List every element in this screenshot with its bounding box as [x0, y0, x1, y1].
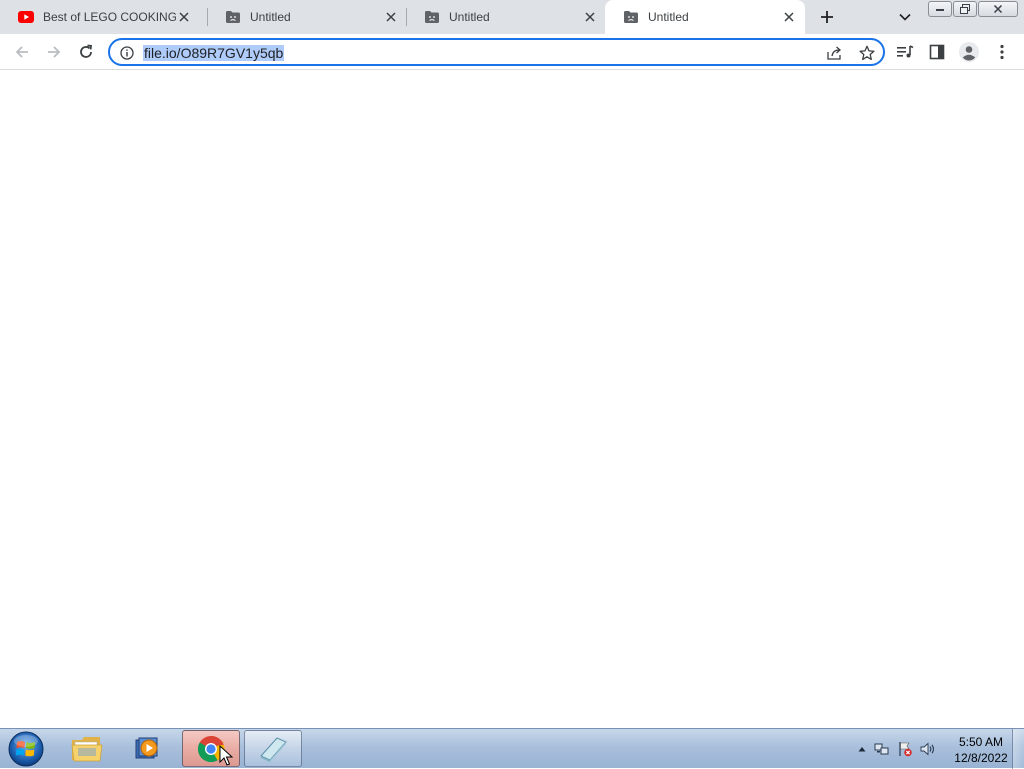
url-text[interactable]: file.io/O89R7GV1y5qb — [143, 45, 285, 61]
side-panel-icon — [929, 44, 945, 60]
plus-icon — [821, 11, 833, 23]
side-panel-button[interactable] — [925, 40, 949, 64]
volume-tray-icon[interactable] — [920, 741, 936, 757]
notepad-icon — [260, 736, 287, 762]
tab-title: Untitled — [449, 10, 490, 24]
chevron-up-icon — [858, 747, 866, 752]
new-tab-button[interactable] — [815, 6, 839, 28]
kebab-menu-icon — [1000, 44, 1004, 60]
start-button[interactable] — [4, 729, 48, 769]
page-content[interactable] — [0, 71, 1024, 728]
flag-error-icon — [899, 742, 912, 757]
tab-untitled-active[interactable]: Untitled — [605, 0, 805, 34]
sad-folder-icon — [225, 9, 241, 25]
media-queue-icon — [897, 45, 914, 58]
tab-strip: Best of LEGO COOKING: С Untitled Untitle… — [0, 0, 1024, 34]
profile-button[interactable] — [957, 40, 981, 64]
show-hidden-icons-button[interactable] — [854, 741, 870, 757]
tab-untitled-2[interactable]: Untitled — [406, 0, 606, 34]
system-tray: 5:50 AM 12/8/2022 — [834, 729, 1024, 769]
close-icon[interactable] — [582, 9, 598, 25]
minimize-button[interactable] — [928, 1, 952, 17]
clock-time: 5:50 AM — [958, 735, 1004, 749]
media-player-icon — [135, 737, 158, 758]
taskbar: 5:50 AM 12/8/2022 — [0, 728, 1024, 769]
forward-button[interactable] — [42, 40, 66, 64]
speaker-icon — [920, 742, 935, 756]
taskbar-clock[interactable]: 5:50 AM 12/8/2022 — [946, 734, 1016, 766]
action-center-tray-icon[interactable] — [897, 741, 913, 757]
taskbar-notepad[interactable] — [244, 730, 302, 767]
folder-icon — [71, 736, 103, 761]
tab-untitled-1[interactable]: Untitled — [207, 0, 407, 34]
tab-youtube[interactable]: Best of LEGO COOKING: С — [0, 0, 200, 34]
close-icon[interactable] — [383, 9, 399, 25]
taskbar-media-player[interactable] — [118, 730, 176, 767]
back-arrow-icon — [15, 46, 28, 58]
sad-folder-icon — [424, 9, 440, 25]
taskbar-explorer[interactable] — [58, 730, 116, 767]
share-icon[interactable] — [826, 44, 844, 62]
close-icon — [993, 4, 1003, 14]
restore-icon — [960, 4, 970, 14]
close-icon[interactable] — [781, 9, 797, 25]
windows-logo-icon — [8, 731, 44, 767]
profile-icon — [959, 42, 979, 62]
tab-search-button[interactable] — [895, 7, 915, 27]
close-window-button[interactable] — [978, 1, 1018, 17]
tab-title: Untitled — [648, 10, 689, 24]
reload-button[interactable] — [74, 40, 98, 64]
clock-date: 12/8/2022 — [954, 751, 1008, 765]
restore-button[interactable] — [953, 1, 977, 17]
mouse-cursor-icon — [219, 745, 233, 766]
close-icon[interactable] — [176, 9, 192, 25]
reload-icon — [80, 44, 92, 58]
network-icon — [874, 743, 889, 755]
menu-button[interactable] — [990, 40, 1014, 64]
back-button[interactable] — [10, 40, 34, 64]
star-icon[interactable] — [858, 44, 876, 62]
address-bar[interactable]: file.io/O89R7GV1y5qb — [108, 38, 885, 66]
minimize-icon — [936, 9, 944, 11]
youtube-icon — [18, 9, 34, 25]
show-desktop-button[interactable] — [1012, 729, 1024, 769]
sad-folder-icon — [623, 9, 639, 25]
info-icon[interactable] — [118, 44, 136, 62]
tab-title: Untitled — [250, 10, 291, 24]
browser-toolbar: file.io/O89R7GV1y5qb — [0, 34, 1024, 70]
chevron-down-icon — [899, 13, 911, 21]
tab-title: Best of LEGO COOKING: С — [43, 10, 176, 24]
network-tray-icon[interactable] — [874, 741, 890, 757]
forward-arrow-icon — [48, 46, 61, 58]
media-button[interactable] — [893, 40, 917, 64]
